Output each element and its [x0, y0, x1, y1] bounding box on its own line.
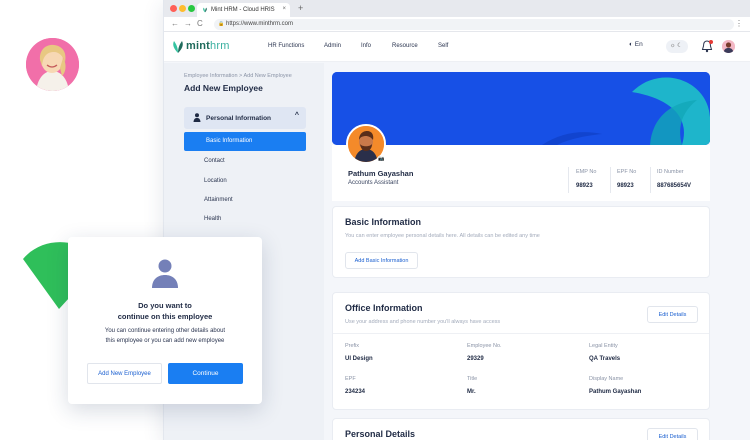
- emp-no-value: 98923: [576, 183, 593, 189]
- field-label: Prefix: [345, 343, 360, 349]
- epf-no-value: 98923: [617, 183, 634, 189]
- card-title: Office Information: [345, 303, 423, 313]
- field-value: UI Design: [345, 356, 373, 362]
- card-title: Basic Information: [345, 217, 422, 227]
- section-label: Personal Information: [206, 115, 272, 122]
- dialog-title: Do you want to continue on this employee: [117, 301, 213, 321]
- sidebar-item-attainment[interactable]: Attainment: [204, 197, 233, 203]
- sidebar-item-contact[interactable]: Contact: [204, 158, 225, 164]
- field-label: Title: [467, 376, 478, 382]
- url-input[interactable]: 🔒 https://www.minthrm.com: [214, 19, 734, 30]
- profile-cover: [332, 72, 710, 145]
- employee-role: Accounts Assistant: [348, 180, 399, 186]
- nav-admin[interactable]: Admin: [324, 43, 341, 49]
- add-basic-information-button[interactable]: Add Basic Information: [345, 252, 418, 269]
- field-value: 234234: [345, 389, 366, 395]
- personal-information-section[interactable]: Personal Information ^: [184, 107, 306, 129]
- reload-icon[interactable]: C: [197, 19, 203, 28]
- browser-tab[interactable]: Mint HRM - Cloud HRIS ×: [197, 3, 290, 17]
- back-icon[interactable]: ←: [171, 19, 179, 28]
- nav-hr-functions[interactable]: HR Functions: [268, 43, 304, 49]
- id-number-value: 887685654V: [657, 183, 692, 189]
- maximize-window-icon[interactable]: [188, 5, 195, 12]
- person-icon: [193, 113, 201, 122]
- sun-moon-icon: ☼ ☾: [670, 43, 683, 49]
- sidebar-item-basic-information[interactable]: Basic Information: [184, 132, 306, 151]
- user-icon: [152, 259, 178, 288]
- marketing-stage: Mint HRM - Cloud HRIS × + ← → C 🔒 https:…: [0, 0, 750, 440]
- notification-badge: [709, 40, 713, 44]
- field-label: Display Name: [589, 376, 624, 382]
- continue-employee-dialog: Do you want to continue on this employee…: [68, 237, 262, 404]
- id-number-label: ID Number: [657, 169, 684, 175]
- emp-no-label: EMP No: [576, 169, 597, 175]
- close-window-icon[interactable]: [170, 5, 177, 12]
- sidebar-item-health[interactable]: Health: [204, 216, 221, 222]
- personal-details-card: Personal Details Edit Details: [332, 418, 710, 440]
- divider: [333, 333, 709, 334]
- brand-name: minthrm: [186, 40, 230, 52]
- dialog-message: You can continue entering other details …: [104, 328, 226, 344]
- card-title: Personal Details: [345, 429, 416, 439]
- breadcrumb[interactable]: Employee Information > Add New Employee: [184, 73, 292, 79]
- basic-information-card: Basic Information You can enter employee…: [332, 206, 710, 278]
- field-label: EPF: [345, 376, 356, 382]
- office-information-card: Office Information Use your address and …: [332, 292, 710, 410]
- chevron-up-icon[interactable]: ^: [295, 112, 299, 119]
- field-value: 29329: [467, 356, 484, 362]
- stat-divider: [568, 167, 569, 193]
- tab-title: Mint HRM - Cloud HRIS: [211, 7, 275, 13]
- add-new-employee-button[interactable]: Add New Employee: [87, 363, 162, 384]
- forward-icon[interactable]: →: [184, 19, 192, 28]
- theme-toggle[interactable]: ☼ ☾: [666, 40, 688, 53]
- globe-icon: ◐: [629, 41, 633, 48]
- browser-menu-icon[interactable]: ⋮: [735, 19, 743, 28]
- continue-button[interactable]: Continue: [168, 363, 243, 384]
- new-tab-button[interactable]: +: [298, 3, 303, 13]
- page-title: Add New Employee: [184, 83, 263, 93]
- field-value: QA Travels: [589, 356, 621, 362]
- card-subtitle: Use your address and phone number you'll…: [345, 319, 501, 325]
- edit-details-button[interactable]: Edit Details: [647, 306, 698, 323]
- card-subtitle: You can enter employee personal details …: [345, 233, 540, 239]
- field-value: Mr.: [467, 389, 476, 395]
- edit-details-button[interactable]: Edit Details: [647, 428, 698, 440]
- field-label: Employee No.: [467, 343, 502, 349]
- mint-favicon-icon: [203, 7, 207, 13]
- mint-logo-icon[interactable]: [171, 40, 185, 54]
- cover-decoration: [332, 72, 710, 145]
- epf-no-label: EPF No: [617, 169, 637, 175]
- stat-divider: [610, 167, 611, 193]
- field-value: Pathum Gayashan: [589, 389, 642, 395]
- field-label: Legal Entity: [589, 343, 618, 349]
- lock-icon: 🔒: [218, 21, 225, 27]
- employee-name: Pathum Gayashan: [348, 169, 414, 178]
- url-text: https://www.minthrm.com: [226, 21, 294, 27]
- sidebar-item-location[interactable]: Location: [204, 178, 227, 184]
- camera-icon[interactable]: 📷: [377, 155, 386, 164]
- nav-resource[interactable]: Resource: [392, 43, 418, 49]
- header-user-avatar[interactable]: [722, 40, 735, 53]
- app-header: minthrm HR Functions Admin Info Resource…: [164, 32, 750, 62]
- browser-tab-bar: Mint HRM - Cloud HRIS × +: [164, 0, 750, 17]
- minimize-window-icon[interactable]: [179, 5, 186, 12]
- language-selector[interactable]: ◐ En: [629, 41, 653, 53]
- nav-self[interactable]: Self: [438, 43, 448, 49]
- language-label: En: [634, 41, 643, 48]
- address-bar: ← → C 🔒 https://www.minthrm.com ⋮: [164, 17, 750, 32]
- user-photo-avatar: [26, 38, 79, 91]
- nav-info[interactable]: Info: [361, 43, 371, 49]
- stat-divider: [650, 167, 651, 193]
- tab-close-icon[interactable]: ×: [282, 6, 286, 12]
